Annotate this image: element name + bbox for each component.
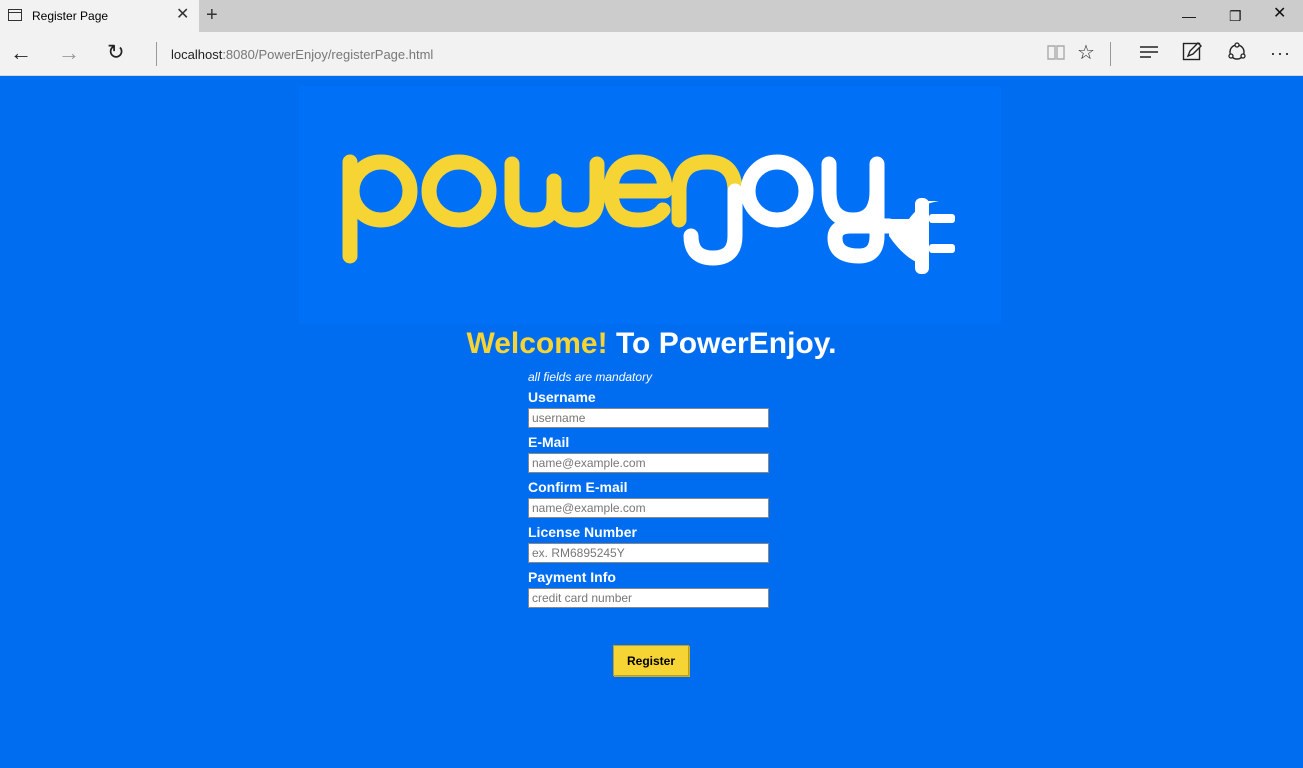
hub-icon[interactable]	[1139, 42, 1159, 67]
maximize-button[interactable]: ❐	[1229, 8, 1242, 24]
page-content: Welcome! To PowerEnjoy. all fields are m…	[0, 77, 1303, 768]
url-field[interactable]: localhost:8080/PowerEnjoy/registerPage.h…	[171, 47, 433, 62]
address-bar: ← → ↻ localhost:8080/PowerEnjoy/register…	[0, 32, 1303, 76]
welcome-rest: To PowerEnjoy.	[607, 327, 837, 360]
favorite-star-icon[interactable]: ☆	[1077, 42, 1095, 64]
address-divider	[156, 42, 157, 66]
close-window-button[interactable]: ✕	[1273, 6, 1286, 22]
tab-bar: Register Page ✕ + — ❐ ✕	[0, 0, 1303, 32]
username-label: Username	[528, 389, 596, 405]
license-number-label: License Number	[528, 524, 637, 540]
forward-arrow-icon[interactable]: →	[58, 41, 80, 65]
tab-page-icon	[8, 9, 22, 21]
new-tab-button[interactable]: +	[206, 4, 218, 26]
email-input[interactable]	[528, 453, 769, 473]
confirm-email-label: Confirm E-mail	[528, 479, 628, 495]
url-path: :8080/PowerEnjoy/registerPage.html	[222, 47, 434, 62]
toolbar-divider	[1110, 42, 1111, 66]
back-arrow-icon[interactable]: ←	[10, 41, 32, 65]
payment-info-input[interactable]	[528, 588, 769, 608]
welcome-highlight: Welcome!	[466, 327, 608, 360]
username-input[interactable]	[528, 408, 769, 428]
tab-title: Register Page	[32, 9, 109, 23]
register-button[interactable]: Register	[613, 645, 689, 676]
welcome-heading: Welcome! To PowerEnjoy.	[0, 327, 1303, 361]
payment-info-label: Payment Info	[528, 569, 616, 585]
reading-view-icon[interactable]	[1046, 42, 1066, 67]
tab-close-icon[interactable]: ✕	[176, 6, 189, 24]
web-note-icon[interactable]	[1182, 42, 1202, 67]
powerenjoy-logo	[299, 86, 1001, 324]
url-host: localhost	[171, 47, 223, 62]
email-label: E-Mail	[528, 434, 570, 450]
minimize-button[interactable]: —	[1182, 8, 1196, 24]
logo-graphic	[342, 154, 955, 274]
refresh-icon[interactable]: ↻	[107, 41, 125, 65]
confirm-email-input[interactable]	[528, 498, 769, 518]
share-icon[interactable]	[1227, 42, 1247, 67]
browser-tab[interactable]: Register Page ✕	[0, 0, 199, 32]
more-options-icon[interactable]: ···	[1270, 42, 1291, 64]
register-form: all fields are mandatory Username E-Mail…	[528, 370, 788, 608]
license-number-input[interactable]	[528, 543, 769, 563]
mandatory-note: all fields are mandatory	[528, 370, 653, 384]
